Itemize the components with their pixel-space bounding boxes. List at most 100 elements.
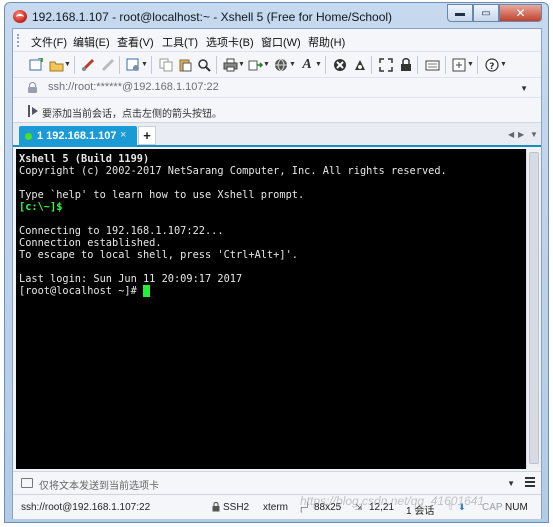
tab-label: 1 192.168.1.107 — [37, 130, 117, 142]
copy-icon[interactable] — [157, 56, 175, 74]
terminal-scrollbar[interactable] — [526, 149, 541, 469]
restore-button[interactable]: ▭ — [473, 4, 499, 22]
transfer-icon[interactable] — [246, 56, 264, 74]
arrow-right-icon[interactable] — [28, 105, 38, 117]
compose-dropdown-icon[interactable]: ▼ — [467, 61, 474, 68]
help-dropdown-icon[interactable]: ▼ — [500, 61, 507, 68]
transfer-dropdown-icon[interactable]: ▼ — [263, 61, 270, 68]
terminal-local-prompt: [c:\~]$ — [19, 201, 63, 213]
tab-close-icon[interactable]: × — [120, 129, 126, 141]
stop-icon[interactable] — [351, 56, 369, 74]
add-tab-button[interactable]: + — [138, 126, 156, 145]
toolbar-separator — [119, 56, 120, 74]
client-area: 文件(F) 编辑(E) 查看(V) 工具(T) 选项卡(B) 窗口(W) 帮助(… — [12, 28, 542, 519]
toolbar-separator — [325, 56, 326, 74]
compose-icon[interactable] — [450, 56, 468, 74]
close-button[interactable]: ✕ — [499, 4, 542, 22]
status-lock-icon — [212, 502, 220, 514]
xftp-icon[interactable] — [331, 56, 349, 74]
toolbar-separator — [477, 56, 478, 74]
terminal-line: Connection established. — [19, 237, 162, 249]
terminal-prompt-line: [root@localhost ~]# — [19, 285, 526, 297]
font-icon[interactable]: A — [298, 56, 316, 74]
menu-window[interactable]: 窗口(W) — [261, 34, 301, 50]
hamburger-menu-icon[interactable] — [525, 477, 535, 487]
status-caps: CAP — [482, 502, 503, 513]
connected-status-icon — [25, 133, 32, 140]
minimize-button[interactable]: ▬ — [447, 4, 473, 22]
terminal-line: Type `help' to learn how to use Xshell p… — [19, 189, 305, 201]
menu-bar: 文件(F) 编辑(E) 查看(V) 工具(T) 选项卡(B) 窗口(W) 帮助(… — [13, 29, 541, 52]
toolbar-separator — [445, 56, 446, 74]
help-icon[interactable]: ? — [483, 56, 501, 74]
open-dropdown-icon[interactable]: ▼ — [64, 61, 71, 68]
terminal-line: Connecting to 192.168.1.107:22... — [19, 225, 224, 237]
terminal-line: Copyright (c) 2002-2017 NetSarang Comput… — [19, 165, 447, 177]
address-lock-icon — [28, 82, 37, 93]
toolbar-separator — [371, 56, 372, 74]
new-session-icon[interactable] — [27, 56, 45, 74]
toolbar-separator — [74, 56, 75, 74]
terminal-line: Xshell 5 (Build 1199) — [19, 153, 150, 165]
print-dropdown-icon[interactable]: ▼ — [238, 61, 245, 68]
menu-grip[interactable] — [17, 34, 20, 47]
tab-list-dropdown-icon[interactable]: ▼ — [530, 130, 538, 139]
status-terminal-type: xterm — [263, 502, 288, 513]
status-protocol: SSH2 — [223, 502, 250, 513]
terminal-prompt: [root@localhost ~]# — [19, 285, 143, 297]
toolbar: ▼ ▼ ▼ ▼ ▼ A ▼ ▼ ? ▼ — [13, 52, 541, 78]
compose-bar: 仅将文本发送到当前选项卡 ▼ — [13, 471, 541, 493]
toolbar-separator — [417, 56, 418, 74]
address-input[interactable]: ssh://root:******@192.168.1.107:22 — [48, 81, 219, 93]
lock-icon[interactable] — [397, 56, 415, 74]
xshell-logo-icon — [13, 10, 27, 23]
window-title: 192.168.1.107 - root@localhost:~ - Xshel… — [32, 10, 393, 24]
toolbar-separator — [216, 56, 217, 74]
globe-dropdown-icon[interactable]: ▼ — [289, 61, 296, 68]
menu-edit[interactable]: 编辑(E) — [73, 34, 110, 50]
address-dropdown-icon[interactable]: ▼ — [520, 84, 528, 93]
menu-tools[interactable]: 工具(T) — [162, 34, 198, 50]
watermark: https://blog.csdn.net/qq_41601641 — [300, 494, 485, 508]
tab-scroll-right-icon[interactable]: ▶ — [518, 130, 524, 139]
open-folder-icon[interactable] — [47, 56, 65, 74]
session-hint-text: 要添加当前会话，点击左侧的箭头按钮。 — [42, 109, 222, 120]
window-controls: ▬ ▭ ✕ — [447, 4, 542, 23]
svg-text:?: ? — [489, 62, 494, 72]
tab-scroll-left-icon[interactable]: ◀ — [508, 130, 514, 139]
compose-target-dropdown-icon[interactable]: ▼ — [507, 479, 515, 488]
terminal-line: To escape to local shell, press 'Ctrl+Al… — [19, 249, 298, 261]
font-dropdown-icon[interactable]: ▼ — [315, 61, 322, 68]
xshell-window: 192.168.1.107 - root@localhost:~ - Xshel… — [4, 2, 549, 523]
compose-input-icon — [21, 478, 33, 488]
find-icon[interactable] — [195, 56, 213, 74]
status-num: NUM — [505, 502, 528, 513]
connect-icon[interactable] — [79, 56, 97, 74]
compose-input[interactable]: 仅将文本发送到当前选项卡 — [39, 477, 159, 492]
print-icon[interactable] — [221, 56, 239, 74]
terminal-output[interactable]: Xshell 5 (Build 1199) Copyright (c) 2002… — [16, 149, 526, 469]
terminal-line: Last login: Sun Jun 11 20:09:17 2017 — [19, 273, 243, 285]
menu-view[interactable]: 查看(V) — [117, 34, 154, 50]
title-bar[interactable]: 192.168.1.107 - root@localhost:~ - Xshel… — [5, 3, 548, 29]
fullscreen-icon[interactable] — [377, 56, 395, 74]
menu-tabs[interactable]: 选项卡(B) — [206, 34, 254, 50]
paste-icon[interactable] — [176, 56, 194, 74]
properties-icon[interactable] — [124, 56, 142, 74]
scrollbar-thumb[interactable] — [529, 152, 539, 464]
menu-file[interactable]: 文件(F) — [31, 34, 67, 50]
toolbar-separator — [151, 56, 152, 74]
tab-192-168-1-107[interactable]: 1 192.168.1.107 × — [19, 126, 137, 147]
session-hint-bar: 要添加当前会话，点击左侧的箭头按钮。 — [13, 98, 541, 123]
disconnect-icon[interactable] — [99, 56, 117, 74]
terminal-cursor — [143, 285, 150, 297]
address-bar[interactable]: ssh://root:******@192.168.1.107:22 ▼ — [13, 78, 541, 98]
menu-help[interactable]: 帮助(H) — [308, 34, 345, 50]
globe-icon[interactable] — [272, 56, 290, 74]
status-connection: ssh://root@192.168.1.107:22 — [21, 502, 151, 513]
properties-dropdown-icon[interactable]: ▼ — [141, 61, 148, 68]
keyboard-icon[interactable] — [423, 56, 441, 74]
